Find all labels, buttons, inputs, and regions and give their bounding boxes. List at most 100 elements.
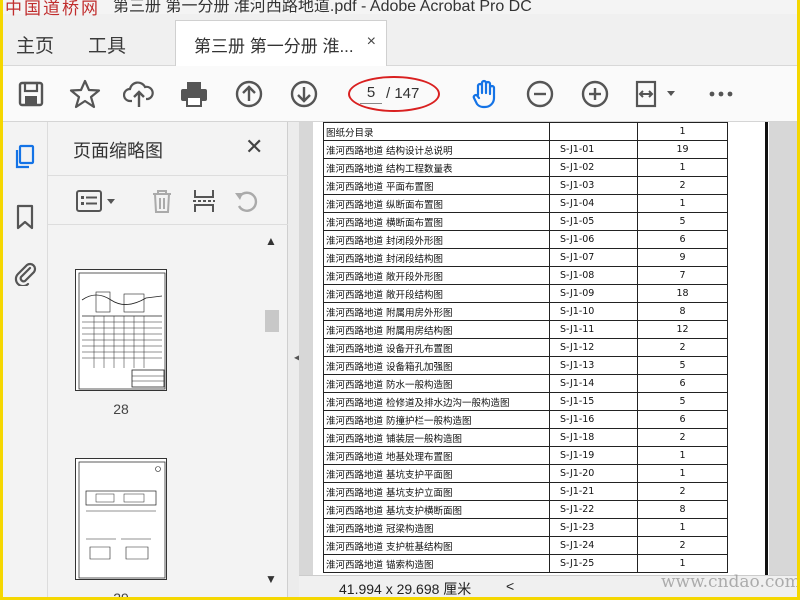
table-row: 淮河西路地道 敞开段外形图 S-J1-08 7 bbox=[323, 266, 728, 285]
sheet-count-cell: 1 bbox=[637, 446, 728, 465]
drawing-name-cell: 淮河西路地道 设备箱孔加强图 bbox=[323, 356, 550, 375]
sheet-count-cell: 5 bbox=[637, 392, 728, 411]
drawing-index-table: 图纸分目录 1 淮河西路地道 结构设计总说明 S-J1-01 19 淮河西路地道 结构工程… bbox=[323, 122, 728, 573]
acrobat-window: 第三册 第一分册 淮河西路地道.pdf - Adobe Acrobat Pro … bbox=[3, 0, 797, 597]
table-row: 淮河西路地道 地基处理布置图 S-J1-19 1 bbox=[323, 446, 728, 465]
drawing-name-cell: 淮河西路地道 附属用房结构图 bbox=[323, 320, 550, 339]
sheet-count-cell: 18 bbox=[637, 284, 728, 303]
table-row: 淮河西路地道 冠梁构造图 S-J1-23 1 bbox=[323, 518, 728, 537]
close-panel-button[interactable]: ✕ bbox=[245, 134, 263, 160]
save-icon[interactable] bbox=[15, 78, 47, 110]
sheet-count-cell: 1 bbox=[637, 158, 728, 177]
panel-toolbar bbox=[48, 175, 288, 225]
menu-bar: 主页 工具 第三册 第一分册 淮... × bbox=[3, 14, 797, 67]
print-icon[interactable] bbox=[178, 78, 210, 110]
menu-tools[interactable]: 工具 bbox=[88, 31, 126, 58]
sheet-count-cell: 1 bbox=[637, 518, 728, 537]
panel-title: 页面缩略图 bbox=[73, 141, 163, 161]
scroll-down-icon[interactable]: ▼ bbox=[265, 572, 277, 586]
drawing-name-cell: 淮河西路地道 铺装层一般构造图 bbox=[323, 428, 550, 447]
table-row: 淮河西路地道 横断面布置图 S-J1-05 5 bbox=[323, 212, 728, 231]
table-row: 淮河西路地道 设备开孔布置图 S-J1-12 2 bbox=[323, 338, 728, 357]
table-row: 淮河西路地道 封闭段结构图 S-J1-07 9 bbox=[323, 248, 728, 267]
scrollbar-thumb[interactable] bbox=[265, 310, 279, 332]
thumbnail-options-icon[interactable] bbox=[75, 187, 119, 215]
thumbnails-scrollbar[interactable]: ▲ ▼ bbox=[261, 226, 281, 597]
fit-page-icon[interactable] bbox=[633, 78, 679, 110]
page-thumbnails-icon[interactable] bbox=[12, 144, 38, 170]
page-down-icon[interactable] bbox=[288, 78, 320, 110]
table-row: 淮河西路地道 基坑支护横断面图 S-J1-22 8 bbox=[323, 500, 728, 519]
sheet-count-cell: 1 bbox=[637, 464, 728, 483]
drawing-name-cell: 淮河西路地道 防水一般构造图 bbox=[323, 374, 550, 393]
zoom-in-icon[interactable] bbox=[579, 78, 611, 110]
drawing-code-cell: S-J1-02 bbox=[549, 158, 638, 177]
document-tab-label: 第三册 第一分册 淮... bbox=[194, 37, 354, 56]
drawing-code-cell: S-J1-10 bbox=[549, 302, 638, 321]
drawing-name-cell: 淮河西路地道 附属用房外形图 bbox=[323, 302, 550, 321]
table-row: 淮河西路地道 结构工程数量表 S-J1-02 1 bbox=[323, 158, 728, 177]
drawing-code-cell: S-J1-16 bbox=[549, 410, 638, 429]
scroll-up-icon[interactable]: ▲ bbox=[265, 234, 277, 248]
drawing-code-cell: S-J1-12 bbox=[549, 338, 638, 357]
drawing-code-cell: S-J1-01 bbox=[549, 140, 638, 159]
drawing-name-cell: 淮河西路地道 检修道及排水边沟一般构造图 bbox=[323, 392, 550, 411]
table-row: 淮河西路地道 纵断面布置图 S-J1-04 1 bbox=[323, 194, 728, 213]
drawing-name-cell: 淮河西路地道 锚索构造图 bbox=[323, 554, 550, 573]
scroll-left-icon[interactable]: < bbox=[506, 578, 514, 594]
table-row: 淮河西路地道 防撞护栏一般构造图 S-J1-16 6 bbox=[323, 410, 728, 429]
drawing-code-cell: S-J1-09 bbox=[549, 284, 638, 303]
bookmark-star-icon[interactable] bbox=[69, 78, 101, 110]
thumbnail-page[interactable] bbox=[75, 269, 167, 391]
drawing-name-cell: 淮河西路地道 基坑支护横断面图 bbox=[323, 500, 550, 519]
sheet-count-cell: 2 bbox=[637, 338, 728, 357]
sheet-count-cell: 12 bbox=[637, 320, 728, 339]
more-icon[interactable] bbox=[705, 78, 737, 110]
table-row: 淮河西路地道 平面布置图 S-J1-03 2 bbox=[323, 176, 728, 195]
drawing-code-cell: S-J1-20 bbox=[549, 464, 638, 483]
undo-icon[interactable] bbox=[232, 187, 260, 215]
drawing-name-cell: 淮河西路地道 支护桩基结构图 bbox=[323, 536, 550, 555]
table-row: 淮河西路地道 基坑支护平面图 S-J1-20 1 bbox=[323, 464, 728, 483]
current-page-input[interactable]: 5 bbox=[360, 84, 382, 104]
drawing-name-cell: 图纸分目录 bbox=[323, 122, 550, 141]
watermark-top: 中国道桥网 bbox=[5, 0, 100, 19]
document-tab[interactable]: 第三册 第一分册 淮... × bbox=[175, 20, 387, 67]
drawing-code-cell: S-J1-13 bbox=[549, 356, 638, 375]
page-up-icon[interactable] bbox=[233, 78, 265, 110]
menu-home[interactable]: 主页 bbox=[16, 31, 54, 58]
drawing-code-cell: S-J1-04 bbox=[549, 194, 638, 213]
drawing-name-cell: 淮河西路地道 设备开孔布置图 bbox=[323, 338, 550, 357]
table-row: 淮河西路地道 结构设计总说明 S-J1-01 19 bbox=[323, 140, 728, 159]
delete-icon[interactable] bbox=[148, 187, 176, 215]
zoom-out-icon[interactable] bbox=[524, 78, 556, 110]
drawing-name-cell: 淮河西路地道 横断面布置图 bbox=[323, 212, 550, 231]
table-row: 图纸分目录 1 bbox=[323, 122, 728, 141]
table-row: 淮河西路地道 敞开段结构图 S-J1-09 18 bbox=[323, 284, 728, 303]
drawing-code-cell: S-J1-25 bbox=[549, 554, 638, 573]
thumbnail-page[interactable] bbox=[75, 458, 167, 580]
table-row: 淮河西路地道 封闭段外形图 S-J1-06 6 bbox=[323, 230, 728, 249]
drawing-code-cell: S-J1-23 bbox=[549, 518, 638, 537]
table-row: 淮河西路地道 检修道及排水边沟一般构造图 S-J1-15 5 bbox=[323, 392, 728, 411]
sheet-count-cell: 9 bbox=[637, 248, 728, 267]
page-dimensions: 41.994 x 29.698 厘米 bbox=[339, 581, 472, 597]
drawing-name-cell: 淮河西路地道 纵断面布置图 bbox=[323, 194, 550, 213]
document-view[interactable]: 图纸分目录 1 淮河西路地道 结构设计总说明 S-J1-01 19 淮河西路地道 结构工程… bbox=[299, 122, 797, 575]
drawing-code-cell: S-J1-15 bbox=[549, 392, 638, 411]
table-row: 淮河西路地道 铺装层一般构造图 S-J1-18 2 bbox=[323, 428, 728, 447]
drawing-code-cell: S-J1-11 bbox=[549, 320, 638, 339]
bookmarks-icon[interactable] bbox=[12, 204, 38, 230]
extract-pages-icon[interactable] bbox=[190, 187, 218, 215]
drawing-code-cell: S-J1-07 bbox=[549, 248, 638, 267]
close-tab-button[interactable]: × bbox=[367, 33, 376, 51]
left-nav-rail bbox=[3, 122, 48, 597]
sheet-count-cell: 2 bbox=[637, 536, 728, 555]
attachments-icon[interactable] bbox=[12, 260, 38, 288]
drawing-code-cell: S-J1-05 bbox=[549, 212, 638, 231]
sheet-count-cell: 1 bbox=[637, 554, 728, 573]
upload-cloud-icon[interactable] bbox=[122, 78, 155, 110]
pdf-page: 图纸分目录 1 淮河西路地道 结构设计总说明 S-J1-01 19 淮河西路地道 结构工程… bbox=[313, 122, 769, 575]
hand-tool-icon[interactable] bbox=[469, 78, 501, 110]
drawing-name-cell: 淮河西路地道 冠梁构造图 bbox=[323, 518, 550, 537]
